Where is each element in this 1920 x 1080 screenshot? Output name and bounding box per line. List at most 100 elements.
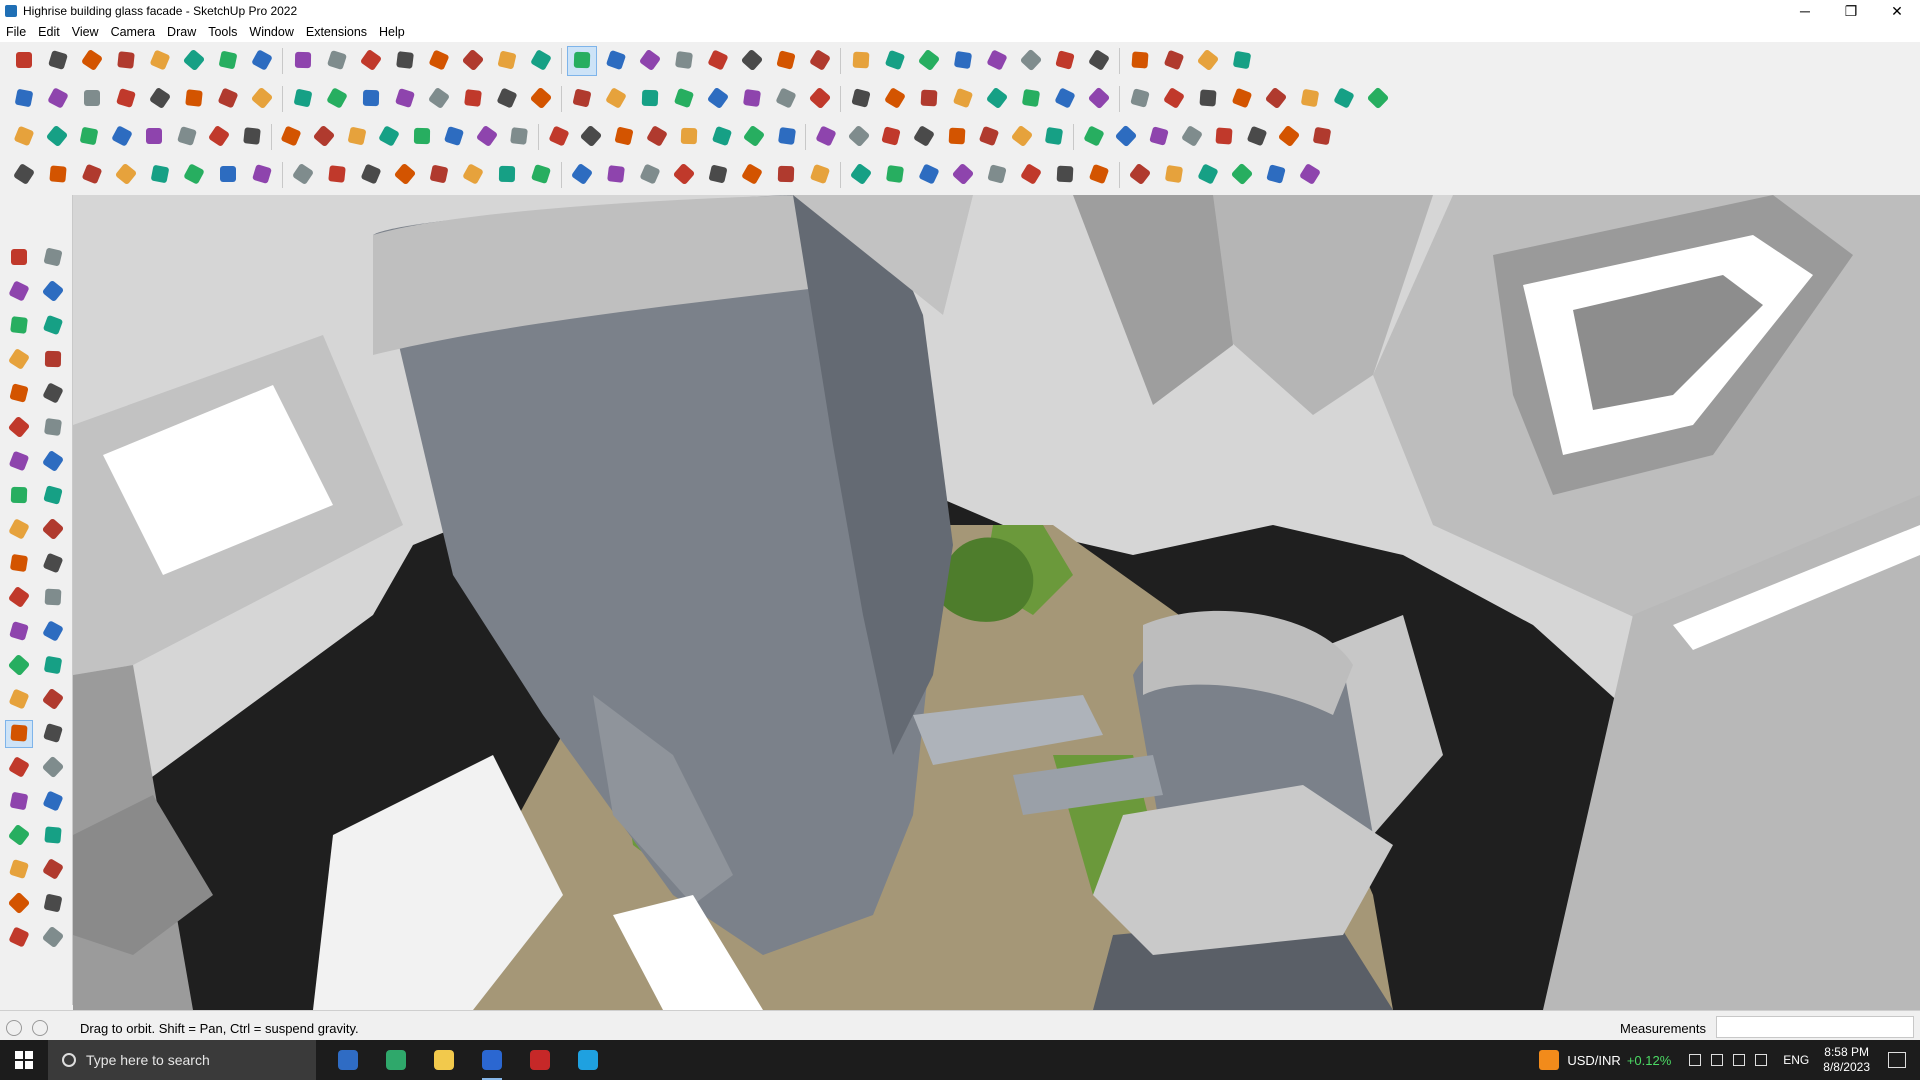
menu-camera[interactable]: Camera	[105, 25, 161, 39]
toolbar-tool-icon[interactable]	[1160, 161, 1188, 189]
task-view-icon[interactable]	[324, 1040, 372, 1080]
toolbar-tool-icon[interactable]	[1275, 123, 1302, 151]
pie-icon[interactable]	[6, 483, 32, 509]
toolbar-tool-icon[interactable]	[527, 161, 555, 189]
toolbar-tool-icon[interactable]	[602, 85, 630, 113]
toolbar-tool-icon[interactable]	[205, 123, 232, 151]
toolbar-tool-icon[interactable]	[845, 123, 872, 151]
toolbar-tool-icon[interactable]	[772, 161, 800, 189]
menu-help[interactable]: Help	[373, 25, 411, 39]
arc-icon[interactable]	[6, 449, 32, 475]
toolbar-tool-icon[interactable]	[670, 47, 698, 75]
walk-icon[interactable]	[6, 823, 32, 849]
toolbar-tool-icon[interactable]	[343, 123, 370, 151]
toolbar-tool-icon[interactable]	[78, 161, 106, 189]
toolbar-tool-icon[interactable]	[1085, 85, 1113, 113]
toolbar-tool-icon[interactable]	[10, 85, 38, 113]
toolbar-tool-icon[interactable]	[847, 85, 875, 113]
toolbar-tool-icon[interactable]	[78, 85, 106, 113]
toolbar-tool-icon[interactable]	[636, 47, 664, 75]
menu-window[interactable]: Window	[243, 25, 299, 39]
toolbar-tool-icon[interactable]	[1017, 47, 1045, 75]
toolbar-tool-icon[interactable]	[949, 161, 977, 189]
toolbar-tool-icon[interactable]	[577, 123, 604, 151]
toolbar-tool-icon[interactable]	[289, 85, 317, 113]
toolbar-tool-icon[interactable]	[636, 161, 664, 189]
toolbar-tool-icon[interactable]	[1262, 85, 1290, 113]
toolbar-tool-icon[interactable]	[357, 47, 385, 75]
toolbar-tool-icon[interactable]	[1085, 161, 1113, 189]
toolbar-tool-icon[interactable]	[459, 161, 487, 189]
circle-icon[interactable]	[6, 415, 32, 441]
toolbar-tool-icon[interactable]	[949, 85, 977, 113]
language-indicator[interactable]: ENG	[1783, 1053, 1809, 1067]
toolbar-tool-icon[interactable]	[670, 161, 698, 189]
toolbar-tool-icon[interactable]	[112, 47, 140, 75]
toolbar-tool-icon[interactable]	[357, 85, 385, 113]
toolbar-tool-icon[interactable]	[1308, 123, 1335, 151]
toolbar-tool-icon[interactable]	[408, 123, 435, 151]
model-viewport[interactable]	[73, 195, 1920, 1010]
wifi-icon[interactable]	[1733, 1054, 1746, 1066]
notification-icon[interactable]	[1888, 1052, 1906, 1068]
toolbar-tool-icon[interactable]	[1085, 47, 1113, 75]
eraser-icon[interactable]	[40, 279, 66, 305]
toolbar-tool-icon[interactable]	[1126, 47, 1154, 75]
menu-edit[interactable]: Edit	[32, 25, 66, 39]
toolbar-tool-icon[interactable]	[214, 85, 242, 113]
toolbar-tool-icon[interactable]	[1126, 85, 1154, 113]
stock-ticker-icon[interactable]	[1539, 1050, 1560, 1070]
line-icon[interactable]	[6, 347, 32, 373]
toolbar-tool-icon[interactable]	[248, 85, 276, 113]
toolbar-tool-icon[interactable]	[1017, 85, 1045, 113]
toolbar-tool-icon[interactable]	[1145, 123, 1172, 151]
toolbar-tool-icon[interactable]	[545, 123, 572, 151]
toolbar-tool-icon[interactable]	[772, 85, 800, 113]
look-around-icon[interactable]	[40, 823, 66, 849]
toolbar-tool-icon[interactable]	[877, 123, 904, 151]
toolbar-tool-icon[interactable]	[391, 47, 419, 75]
toolbar-tool-icon[interactable]	[1126, 161, 1154, 189]
toolbar-tool-icon[interactable]	[915, 47, 943, 75]
toolbar-tool-icon[interactable]	[493, 161, 521, 189]
toolbar-tool-icon[interactable]	[643, 123, 670, 151]
toolbar-tool-icon[interactable]	[112, 161, 140, 189]
geo-location-icon[interactable]	[6, 1020, 22, 1036]
toolbar-tool-icon[interactable]	[1262, 161, 1290, 189]
toolbar-tool-icon[interactable]	[670, 85, 698, 113]
toolbar-tool-icon[interactable]	[704, 47, 732, 75]
toolbar-tool-icon[interactable]	[323, 161, 351, 189]
minimize-button[interactable]: ─	[1782, 0, 1828, 22]
orbit-active-icon[interactable]	[5, 720, 33, 748]
toolbar-tool-icon[interactable]	[75, 123, 102, 151]
toolbar-tool-icon[interactable]	[112, 85, 140, 113]
zoom-extents-icon[interactable]	[6, 789, 32, 815]
toolbar-tool-icon[interactable]	[806, 161, 834, 189]
instructor-icon[interactable]	[32, 1020, 48, 1036]
toolbar-tool-icon[interactable]	[772, 47, 800, 75]
toolbar-tool-icon[interactable]	[180, 85, 208, 113]
toolbar-tool-icon[interactable]	[180, 47, 208, 75]
toolbar-tool-icon[interactable]	[357, 161, 385, 189]
toolbar-tool-icon[interactable]	[1051, 85, 1079, 113]
menu-file[interactable]: File	[0, 25, 32, 39]
dimension-icon[interactable]	[40, 619, 66, 645]
move-icon[interactable]	[6, 517, 32, 543]
toolbar-tool-icon[interactable]	[1160, 85, 1188, 113]
scale-icon[interactable]	[6, 585, 32, 611]
three-point-arc-icon[interactable]	[40, 483, 66, 509]
measurements-input[interactable]	[1716, 1016, 1914, 1038]
freehand-icon[interactable]	[40, 347, 66, 373]
sketchup-icon[interactable]	[468, 1040, 516, 1080]
toolbar-tool-icon[interactable]	[527, 47, 555, 75]
toolbar-tool-icon[interactable]	[704, 85, 732, 113]
two-point-arc-icon[interactable]	[40, 449, 66, 475]
toolbar-tool-icon[interactable]	[1194, 161, 1222, 189]
toolbar-tool-icon[interactable]	[1330, 85, 1358, 113]
3d-text-icon[interactable]	[40, 687, 66, 713]
orbit-icon[interactable]	[40, 245, 66, 271]
toolbar-tool-icon[interactable]	[425, 85, 453, 113]
toolbar-tool-icon[interactable]	[146, 47, 174, 75]
toolbar-tool-icon[interactable]	[10, 161, 38, 189]
toolbar-tool-icon[interactable]	[568, 85, 596, 113]
